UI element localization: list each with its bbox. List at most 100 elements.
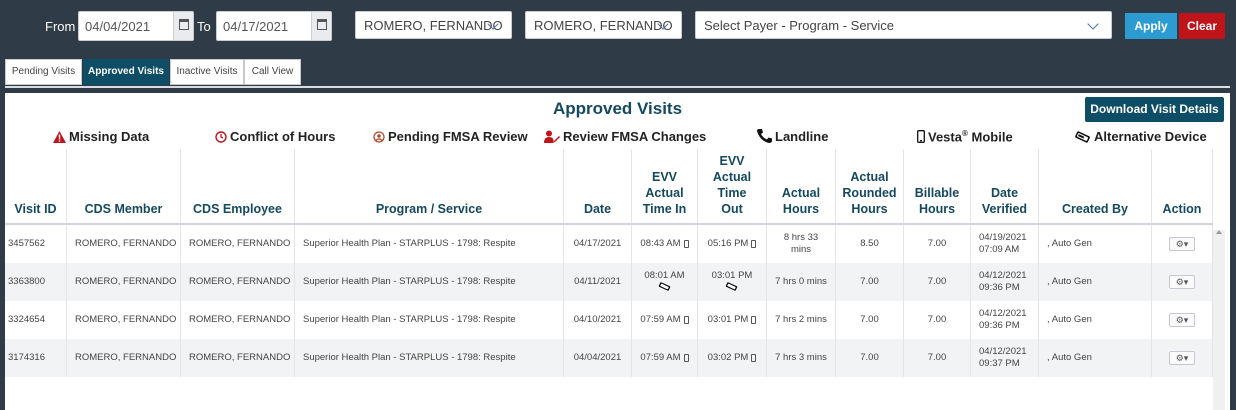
cell-rounded-hours: 8.50 <box>836 225 904 263</box>
row-action-button[interactable]: ⚙▾ <box>1169 237 1195 251</box>
cell-program-service: Superior Health Plan - STARPLUS - 1798: … <box>295 339 564 377</box>
cell-cds-member: ROMERO, FERNANDO <box>67 263 181 301</box>
apply-button[interactable]: Apply <box>1125 13 1177 39</box>
calendar-icon[interactable] <box>311 12 331 40</box>
cell-date: 04/11/2021 <box>564 263 632 301</box>
cell-evv-time-out: 03:02 PM <box>698 339 767 377</box>
legend-review-fmsa-changes: Review FMSA Changes <box>544 129 706 146</box>
cell-created-by: , Auto Gen <box>1039 263 1152 301</box>
cell-created-by: , Auto Gen <box>1039 225 1152 263</box>
cell-action: ⚙▾ <box>1152 301 1213 339</box>
legend-landline: Landline <box>757 129 828 146</box>
header-date[interactable]: Date <box>564 149 632 224</box>
gear-icon: ⚙▾ <box>1175 277 1189 287</box>
gear-icon: ⚙▾ <box>1175 353 1189 363</box>
table-row[interactable]: 3174316 ROMERO, FERNANDO ROMERO, FERNAND… <box>5 339 1213 377</box>
cell-created-by: , Auto Gen <box>1039 339 1152 377</box>
row-action-button[interactable]: ⚙▾ <box>1169 351 1195 365</box>
header-program-service[interactable]: Program / Service <box>295 149 564 224</box>
cell-visit-id: 3457562 <box>5 225 67 263</box>
header-created-by[interactable]: Created By <box>1039 149 1152 224</box>
table-scrollbar[interactable] <box>1213 230 1225 410</box>
row-action-button[interactable]: ⚙▾ <box>1169 275 1195 289</box>
cell-actual-hours: 7 hrs 3 mins <box>767 339 836 377</box>
clear-button[interactable]: Clear <box>1179 13 1225 39</box>
header-actual-rounded-hours[interactable]: Actual Rounded Hours <box>836 149 904 224</box>
cell-actual-hours: 7 hrs 2 mins <box>767 301 836 339</box>
employee-select[interactable]: ROMERO, FERNANDO <box>525 11 682 39</box>
gear-icon: ⚙▾ <box>1175 239 1189 249</box>
payer-program-service-select[interactable]: Select Payer - Program - Service <box>695 11 1112 39</box>
cell-cds-member: ROMERO, FERNANDO <box>67 225 181 263</box>
legend-pending-fmsa-label: Pending FMSA Review <box>388 129 528 144</box>
cell-cds-member: ROMERO, FERNANDO <box>67 301 181 339</box>
user-circle-icon <box>373 131 385 146</box>
cell-action: ⚙▾ <box>1152 225 1213 263</box>
header-actual-hours[interactable]: Actual Hours <box>767 149 836 224</box>
legend-conflict-of-hours: Conflict of Hours <box>215 129 335 146</box>
cell-date-verified: 04/12/2021 09:36 PM <box>971 263 1039 301</box>
cell-billable-hours: 7.00 <box>904 263 971 301</box>
cell-cds-employee: ROMERO, FERNANDO <box>181 263 295 301</box>
cell-program-service: Superior Health Plan - STARPLUS - 1798: … <box>295 301 564 339</box>
to-date-value: 04/17/2021 <box>223 19 289 34</box>
user-edit-icon <box>544 130 560 146</box>
phone-icon <box>757 129 772 146</box>
cell-evv-time-out: 03:01 PM <box>698 263 767 301</box>
mobile-icon <box>683 240 689 248</box>
cell-rounded-hours: 7.00 <box>836 339 904 377</box>
legend-landline-label: Landline <box>775 129 829 144</box>
from-date-input[interactable]: 04/04/2021 <box>78 11 194 41</box>
cell-visit-id: 3324654 <box>5 301 67 339</box>
legend-alternative-device: Alternative Device <box>1074 129 1207 146</box>
cell-cds-employee: ROMERO, FERNANDO <box>181 339 295 377</box>
to-date-input[interactable]: 04/17/2021 <box>216 11 332 41</box>
mobile-icon <box>683 316 689 324</box>
cell-billable-hours: 7.00 <box>904 225 971 263</box>
header-cds-employee[interactable]: CDS Employee <box>181 149 295 224</box>
header-date-verified[interactable]: Date Verified <box>971 149 1039 224</box>
approved-visits-panel: Approved Visits Download Visit Details M… <box>5 93 1230 410</box>
tab-inactive-visits[interactable]: Inactive Visits <box>170 59 244 85</box>
tag-icon <box>1074 131 1091 146</box>
cell-evv-time-in: 07:59 AM <box>632 301 698 339</box>
table-row[interactable]: 3324654 ROMERO, FERNANDO ROMERO, FERNAND… <box>5 301 1213 339</box>
calendar-icon[interactable] <box>173 12 193 40</box>
cell-date: 04/10/2021 <box>564 301 632 339</box>
cell-rounded-hours: 7.00 <box>836 263 904 301</box>
gear-icon: ⚙▾ <box>1175 315 1189 325</box>
legend-review-fmsa-label: Review FMSA Changes <box>563 129 707 144</box>
tab-approved-visits[interactable]: Approved Visits <box>83 59 169 85</box>
row-action-button[interactable]: ⚙▾ <box>1169 313 1195 327</box>
legend-alternative-device-label: Alternative Device <box>1094 129 1207 144</box>
cell-date: 04/04/2021 <box>564 339 632 377</box>
member-select[interactable]: ROMERO, FERNANDO <box>355 11 512 39</box>
legend-vesta-label: Vesta <box>928 129 962 145</box>
header-visit-id[interactable]: Visit ID <box>5 149 67 224</box>
cell-billable-hours: 7.00 <box>904 301 971 339</box>
table-row[interactable]: 3363800 ROMERO, FERNANDO ROMERO, FERNAND… <box>5 263 1213 301</box>
legend-vesta-mobile: Vesta® Mobile <box>917 129 1013 146</box>
cell-date-verified: 04/19/2021 07:09 AM <box>971 225 1039 263</box>
header-billable-hours[interactable]: Billable Hours <box>904 149 971 224</box>
cell-evv-time-out: 03:01 PM <box>698 301 767 339</box>
legend-pending-fmsa-review: Pending FMSA Review <box>373 129 528 146</box>
mobile-icon <box>751 240 757 248</box>
tab-pending-visits[interactable]: Pending Visits <box>5 59 82 85</box>
cell-date-verified: 04/12/2021 09:37 PM <box>971 339 1039 377</box>
table-row[interactable]: 3457562 ROMERO, FERNANDO ROMERO, FERNAND… <box>5 225 1213 263</box>
cell-action: ⚙▾ <box>1152 263 1213 301</box>
header-evv-time-out[interactable]: EVV Actual Time Out <box>698 149 767 224</box>
scroll-up-arrow-icon[interactable] <box>1216 230 1222 234</box>
header-cds-member[interactable]: CDS Member <box>67 149 181 224</box>
cell-evv-time-out: 05:16 PM <box>698 225 767 263</box>
clock-icon <box>215 131 227 146</box>
cell-evv-time-in: 08:01 AM <box>632 263 698 301</box>
cell-date-verified: 04/12/2021 09:36 PM <box>971 301 1039 339</box>
tab-call-view[interactable]: Call View <box>244 59 301 85</box>
tag-icon <box>644 281 684 295</box>
download-visit-details-button[interactable]: Download Visit Details <box>1085 97 1224 122</box>
header-evv-time-in[interactable]: EVV Actual Time In <box>632 149 698 224</box>
member-select-value: ROMERO, FERNANDO <box>364 18 503 33</box>
cell-action: ⚙▾ <box>1152 339 1213 377</box>
